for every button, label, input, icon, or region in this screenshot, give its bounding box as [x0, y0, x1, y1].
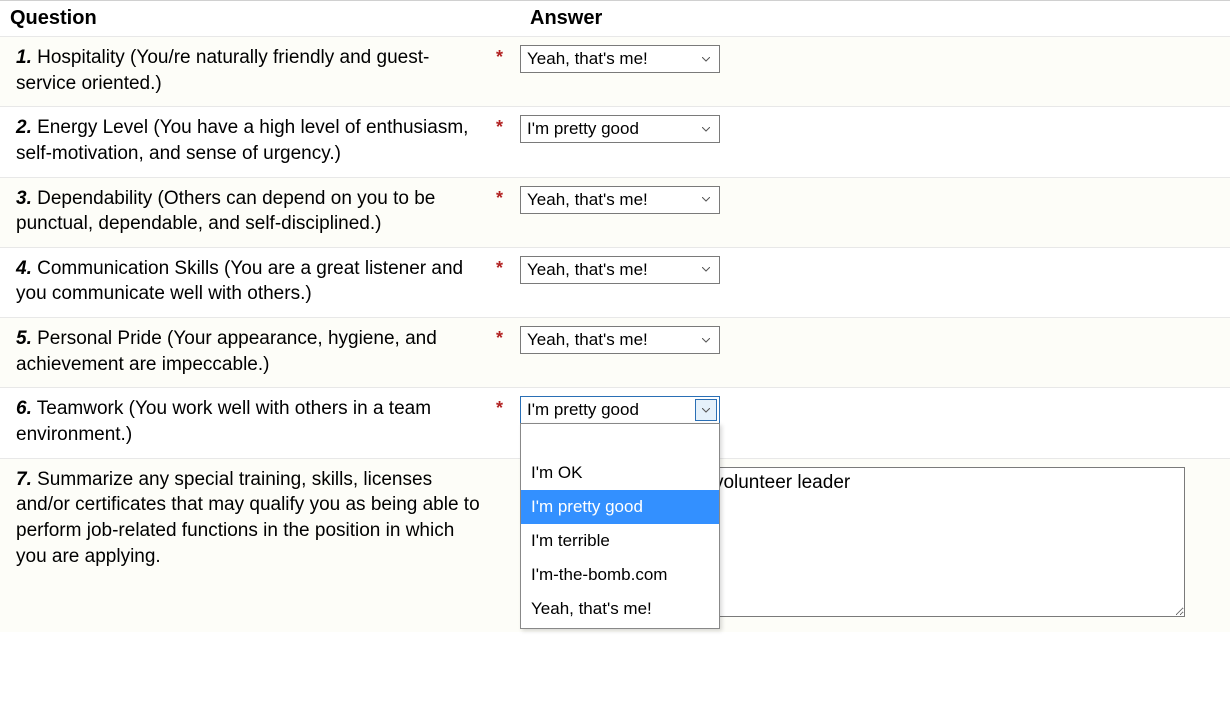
question-text: 5. Personal Pride (Your appearance, hygi… [0, 318, 490, 388]
select-wrap: Yeah, that's me! [520, 186, 720, 214]
question-label: Dependability (Others can depend on you … [16, 188, 435, 235]
answer-select[interactable]: Yeah, that's me! [520, 256, 720, 284]
required-indicator: * [490, 177, 520, 247]
answer-cell: Yeah, that's me! [520, 247, 1230, 317]
dropdown-option[interactable]: I'm terrible [521, 524, 719, 558]
dropdown-option[interactable]: Yeah, that's me! [521, 592, 719, 626]
chevron-down-icon[interactable] [695, 189, 717, 211]
header-row: Question Answer [0, 1, 1230, 37]
question-label: Energy Level (You have a high level of e… [16, 117, 468, 164]
dropdown-option[interactable]: I'm pretty good [521, 490, 719, 524]
select-value: Yeah, that's me! [527, 190, 648, 210]
question-number: 3. [16, 188, 32, 209]
dropdown-list[interactable]: I'm OKI'm pretty goodI'm terribleI'm-the… [520, 423, 720, 629]
select-wrap: Yeah, that's me! [520, 326, 720, 354]
chevron-down-icon[interactable] [695, 118, 717, 140]
required-indicator: * [490, 37, 520, 107]
question-label: Summarize any special training, skills, … [16, 469, 480, 567]
required-indicator: * [490, 247, 520, 317]
select-wrap: Yeah, that's me! [520, 256, 720, 284]
question-number: 1. [16, 47, 32, 68]
question-number: 4. [16, 258, 32, 279]
question-number: 6. [16, 398, 32, 419]
select-value: Yeah, that's me! [527, 260, 648, 280]
question-text: 3. Dependability (Others can depend on y… [0, 177, 490, 247]
question-header: Question [0, 1, 490, 37]
question-text: 4. Communication Skills (You are a great… [0, 247, 490, 317]
select-wrap: Yeah, that's me! [520, 45, 720, 73]
answer-header: Answer [520, 1, 1230, 37]
chevron-down-icon[interactable] [695, 48, 717, 70]
answer-select[interactable]: I'm pretty good [520, 115, 720, 143]
table-row: 2. Energy Level (You have a high level o… [0, 107, 1230, 177]
required-indicator: * [490, 318, 520, 388]
question-text: 1. Hospitality (You/re naturally friendl… [0, 37, 490, 107]
question-number: 2. [16, 117, 32, 138]
answer-select[interactable]: Yeah, that's me! [520, 326, 720, 354]
question-number: 5. [16, 328, 32, 349]
dropdown-option[interactable]: I'm-the-bomb.com [521, 558, 719, 592]
answer-select[interactable]: I'm pretty good [520, 396, 720, 424]
dropdown-option[interactable]: I'm OK [521, 456, 719, 490]
required-indicator: * [490, 107, 520, 177]
dropdown-option[interactable] [521, 426, 719, 456]
question-text: 6. Teamwork (You work well with others i… [0, 388, 490, 458]
question-label: Communication Skills (You are a great li… [16, 258, 463, 305]
table-row: 6. Teamwork (You work well with others i… [0, 388, 1230, 458]
answer-cell: I'm pretty good [520, 107, 1230, 177]
table-row: 1. Hospitality (You/re naturally friendl… [0, 37, 1230, 107]
chevron-down-icon[interactable] [695, 259, 717, 281]
question-label: Personal Pride (Your appearance, hygiene… [16, 328, 437, 375]
question-number: 7. [16, 469, 32, 490]
required-indicator: * [490, 388, 520, 458]
questionnaire-table: Question Answer 1. Hospitality (You/re n… [0, 0, 1230, 632]
table-row: 3. Dependability (Others can depend on y… [0, 177, 1230, 247]
chevron-down-icon[interactable] [695, 329, 717, 351]
table-row: 4. Communication Skills (You are a great… [0, 247, 1230, 317]
chevron-down-icon[interactable] [695, 399, 717, 421]
select-value: I'm pretty good [527, 400, 639, 420]
question-label: Hospitality (You/re naturally friendly a… [16, 47, 429, 94]
select-wrap: I'm pretty goodI'm OKI'm pretty goodI'm … [520, 396, 720, 424]
select-value: Yeah, that's me! [527, 330, 648, 350]
select-value: Yeah, that's me! [527, 49, 648, 69]
select-value: I'm pretty good [527, 119, 639, 139]
required-header [490, 1, 520, 37]
required-indicator [490, 458, 520, 632]
question-text: 7. Summarize any special training, skill… [0, 458, 490, 632]
answer-cell: Yeah, that's me! [520, 177, 1230, 247]
answer-select[interactable]: Yeah, that's me! [520, 186, 720, 214]
table-row: 5. Personal Pride (Your appearance, hygi… [0, 318, 1230, 388]
question-text: 2. Energy Level (You have a high level o… [0, 107, 490, 177]
answer-select[interactable]: Yeah, that's me! [520, 45, 720, 73]
select-wrap: I'm pretty good [520, 115, 720, 143]
answer-cell: Yeah, that's me! [520, 318, 1230, 388]
question-label: Teamwork (You work well with others in a… [16, 398, 431, 445]
answer-cell: I'm pretty goodI'm OKI'm pretty goodI'm … [520, 388, 1230, 458]
answer-cell: Yeah, that's me! [520, 37, 1230, 107]
